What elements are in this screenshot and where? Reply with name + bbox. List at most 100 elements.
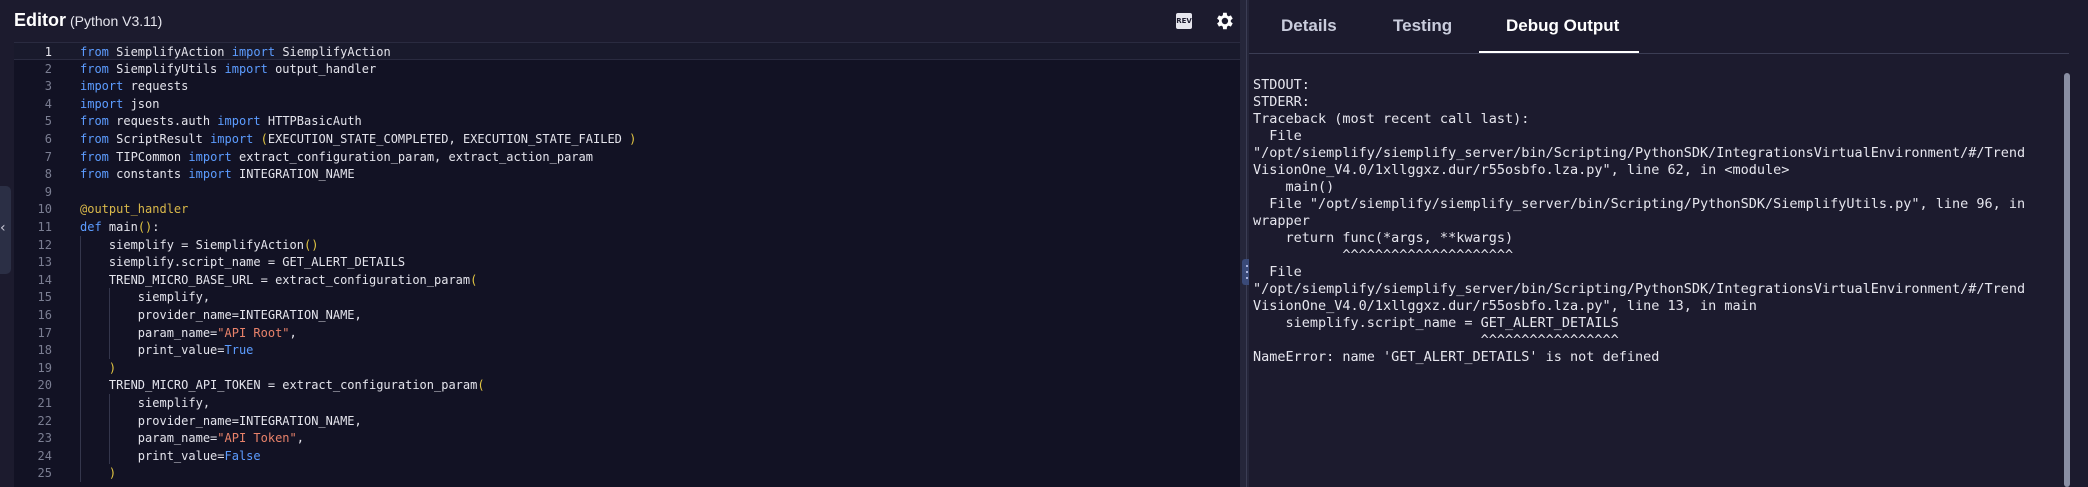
code-token: from (80, 61, 109, 76)
output-pane: Details Testing Debug Output STDOUT: STDE… (1249, 0, 2088, 487)
line-number: 17 (37, 325, 52, 340)
line-number: 6 (44, 132, 52, 146)
gear-icon (1217, 12, 1233, 30)
code-line[interactable]: 6 from ScriptResult import (EXECUTION_STA… (14, 130, 1240, 148)
code-line[interactable]: 1 from SiemplifyAction import SiemplifyAc… (14, 42, 1240, 60)
line-number: 2 (44, 61, 52, 76)
output-line: File (1253, 128, 1302, 144)
code-token: EXECUTION_STATE_COMPLETED, EXECUTION_STA… (267, 132, 630, 146)
code-text: siemplify.script_name = GET_ALERT_DETAIL… (80, 253, 405, 271)
tab-testing[interactable]: Testing (1393, 16, 1452, 36)
output-line: STDERR: (1253, 94, 1310, 110)
code-text: from TIPCommon import extract_configurat… (80, 148, 593, 166)
code-token: () (137, 220, 153, 234)
code-token: import (210, 132, 254, 146)
code-text: ) (80, 464, 116, 482)
code-line[interactable]: 25 ) (14, 464, 1240, 482)
code-line[interactable]: 20 TREND_MICRO_API_TOKEN = extract_confi… (14, 376, 1240, 394)
code-token: constants (108, 167, 189, 182)
code-text: import json (80, 95, 159, 113)
code-line[interactable]: 11 def main(): (14, 218, 1240, 236)
code-text: print_value=True (80, 341, 254, 359)
line-number: 12 (37, 237, 52, 252)
settings-gear-icon[interactable] (1213, 10, 1235, 32)
editor-pane: Editor (Python V3.11) REV ‹ 1 from Siempl… (0, 0, 1240, 487)
code-token: "API Root" (217, 325, 290, 340)
code-line[interactable]: 7 from TIPCommon import extract_configura… (14, 148, 1240, 166)
revision-icon[interactable]: REV (1176, 13, 1192, 29)
code-line[interactable]: 9 (14, 183, 1240, 201)
code-token: import (80, 96, 124, 111)
line-number: 19 (37, 360, 52, 375)
line-number: 1 (44, 45, 52, 59)
code-token: ) (108, 360, 117, 375)
line-number: 4 (44, 96, 52, 111)
code-line[interactable]: 18 print_value=True (14, 341, 1240, 359)
code-token: ) (629, 132, 637, 146)
code-token: () (303, 237, 319, 252)
code-token: siemplify, (80, 290, 211, 305)
python-version-label: (Python V3.11) (70, 13, 163, 29)
code-line[interactable]: 14 TREND_MICRO_BASE_URL = extract_config… (14, 271, 1240, 289)
line-number: 15 (37, 290, 52, 305)
code-line[interactable]: 21 siemplify, (14, 394, 1240, 412)
code-line[interactable]: 22 provider_name=INTEGRATION_NAME, (14, 412, 1240, 430)
code-line[interactable]: 8 from constants import INTEGRATION_NAME (14, 165, 1240, 183)
code-token: print_value= (80, 343, 225, 358)
code-line[interactable]: 16 provider_name=INTEGRATION_NAME, (14, 306, 1240, 324)
code-token: "API Token" (217, 431, 297, 446)
output-scrollbar-thumb[interactable] (2064, 73, 2070, 487)
code-token: output_handler (267, 61, 377, 76)
code-line[interactable]: 19 ) (14, 359, 1240, 377)
code-line[interactable]: 2 from SiemplifyUtils import output_handl… (14, 60, 1240, 78)
code-line[interactable]: 23 param_name="API Token", (14, 429, 1240, 447)
code-token: TREND_MICRO_BASE_URL = extract_configura… (80, 272, 471, 287)
code-text: def main(): (80, 218, 160, 236)
code-line[interactable]: 10 @output_handler (14, 200, 1240, 218)
code-token: siemplify.script_name = GET_ALERT_DETAIL… (80, 255, 406, 270)
line-number: 13 (37, 255, 52, 270)
indent-guide (109, 394, 110, 465)
code-token: from (80, 132, 109, 146)
code-token: def (80, 220, 102, 234)
line-number: 11 (37, 220, 52, 234)
code-token: SiemplifyUtils (108, 61, 225, 76)
output-line: ^^^^^^^^^^^^^^^^^ (1253, 332, 1619, 348)
output-line: Traceback (most recent call last): (1253, 111, 1530, 127)
output-line: VisionOne_V4.0/1xllggxz.dur/r55osbfo.lza… (1253, 298, 1757, 314)
code-line[interactable]: 15 siemplify, (14, 288, 1240, 306)
code-line[interactable]: 13 siemplify.script_name = GET_ALERT_DET… (14, 253, 1240, 271)
code-token: True (224, 343, 254, 358)
code-line[interactable]: 4 import json (14, 95, 1240, 113)
code-line[interactable]: 3 import requests (14, 77, 1240, 95)
tab-details[interactable]: Details (1281, 16, 1337, 36)
code-text: param_name="API Root", (80, 324, 297, 342)
collapse-sidebar-handle[interactable]: ‹ (0, 186, 11, 274)
code-line[interactable]: 24 print_value=False (14, 447, 1240, 465)
code-line[interactable]: 5 from requests.auth import HTTPBasicAuth (14, 112, 1240, 130)
code-token: @output_handler (80, 202, 189, 217)
output-line: VisionOne_V4.0/1xllggxz.dur/r55osbfo.lza… (1253, 162, 1790, 178)
tab-debug-output[interactable]: Debug Output (1506, 16, 1619, 36)
code-token: main (101, 220, 138, 234)
code-token: from (80, 45, 109, 59)
code-text: siemplify, (80, 288, 210, 306)
output-line: "/opt/siemplify/siemplify_server/bin/Scr… (1253, 145, 2026, 161)
output-line: wrapper (1253, 213, 1310, 229)
code-line[interactable]: 17 param_name="API Root", (14, 324, 1240, 342)
code-line[interactable]: 12 siemplify = SiemplifyAction() (14, 236, 1240, 254)
code-token: from (80, 149, 109, 164)
line-number: 24 (37, 448, 52, 463)
code-token: , (289, 325, 297, 340)
code-token: requests.auth (108, 114, 218, 129)
code-token: : (152, 220, 160, 234)
code-token: import (188, 149, 232, 164)
line-number: 20 (37, 378, 52, 393)
pane-divider[interactable] (1240, 0, 1249, 487)
indent-guide (80, 235, 81, 482)
code-token: import (188, 167, 232, 182)
code-editor[interactable]: 1 from SiemplifyAction import SiemplifyAc… (14, 42, 1240, 487)
code-token: ( (477, 378, 485, 393)
code-token: from (80, 167, 109, 182)
